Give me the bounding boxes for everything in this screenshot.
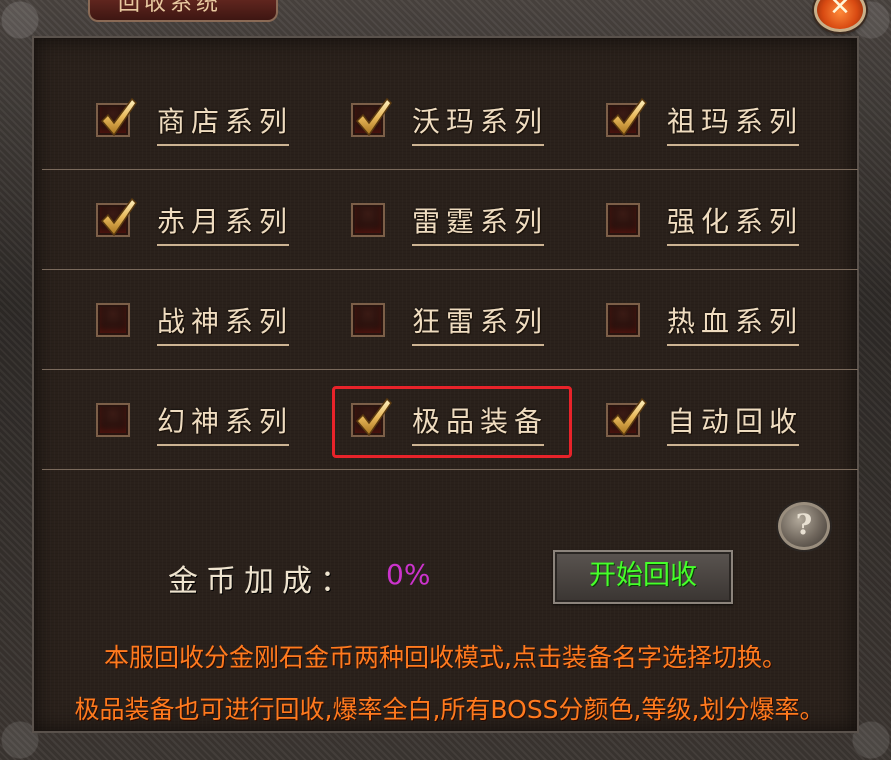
category-checkbox[interactable] [606, 397, 647, 437]
category-option[interactable]: 强化系列 [552, 170, 807, 270]
category-checkbox[interactable] [351, 203, 385, 237]
category-option[interactable]: 战神系列 [42, 270, 297, 370]
checkmark-icon [100, 197, 137, 237]
category-label[interactable]: 赤月系列 [157, 200, 293, 246]
window-title: 回收系统 [88, 0, 278, 22]
category-option[interactable]: 赤月系列 [42, 170, 297, 270]
category-option[interactable]: 沃玛系列 [297, 70, 552, 170]
category-checkbox[interactable] [96, 303, 130, 337]
info-note-1: 本服回收分金刚石金币两种回收模式,点击装备名字选择切换。 [104, 643, 787, 672]
category-label[interactable]: 狂雷系列 [412, 300, 548, 346]
question-icon: ? [795, 508, 813, 541]
category-checkbox[interactable] [606, 97, 647, 137]
category-label[interactable]: 幻神系列 [157, 400, 293, 446]
checkmark-icon [355, 397, 392, 437]
category-option[interactable]: 幻神系列 [42, 370, 297, 470]
checkmark-icon [610, 97, 647, 137]
category-row: 赤月系列 雷霆系列 强化系列 [42, 170, 858, 270]
close-button[interactable]: ✕ [814, 0, 866, 32]
category-label[interactable]: 雷霆系列 [412, 200, 548, 246]
category-option[interactable]: 祖玛系列 [552, 70, 807, 170]
close-icon: ✕ [829, 0, 851, 22]
category-checkbox[interactable] [606, 303, 640, 337]
checkmark-icon [355, 97, 392, 137]
category-option[interactable]: 热血系列 [552, 270, 807, 370]
checkmark-icon [100, 97, 137, 137]
category-option[interactable]: 极品装备 [297, 370, 552, 470]
category-option[interactable]: 狂雷系列 [297, 270, 552, 370]
category-checkbox[interactable] [96, 403, 130, 437]
start-recycle-button[interactable]: 开始回收 [553, 550, 733, 604]
category-label[interactable]: 极品装备 [412, 400, 548, 446]
gold-bonus-label: 金币加成： [168, 564, 358, 599]
category-label[interactable]: 祖玛系列 [667, 100, 803, 146]
category-checkbox[interactable] [96, 197, 137, 237]
gold-bonus-value: 0% [386, 558, 431, 591]
info-note-2: 极品装备也可进行回收,爆率全白,所有BOSS分颜色,等级,划分爆率。 [74, 695, 825, 724]
category-label[interactable]: 沃玛系列 [412, 100, 548, 146]
category-label[interactable]: 自动回收 [667, 400, 803, 446]
category-label[interactable]: 战神系列 [157, 300, 293, 346]
category-checkbox[interactable] [351, 303, 385, 337]
category-option[interactable]: 自动回收 [552, 370, 807, 470]
category-row: 商店系列 沃玛系列 祖玛系列 [42, 70, 858, 170]
category-checkbox[interactable] [606, 203, 640, 237]
category-row: 幻神系列 极品装备 自动回收 [42, 370, 858, 470]
category-option[interactable]: 雷霆系列 [297, 170, 552, 270]
help-button[interactable]: ? [778, 502, 830, 550]
category-label[interactable]: 商店系列 [157, 100, 293, 146]
category-option[interactable]: 商店系列 [42, 70, 297, 170]
category-label[interactable]: 热血系列 [667, 300, 803, 346]
category-checkbox[interactable] [351, 397, 392, 437]
category-row: 战神系列 狂雷系列 热血系列 [42, 270, 858, 370]
category-checkbox[interactable] [351, 97, 392, 137]
category-label[interactable]: 强化系列 [667, 200, 803, 246]
recycle-window: 回收系统 ✕ 商店系列 沃玛系列 祖玛系列赤月系列 雷霆系列 强化系列战神系列 狂雷系列 热… [0, 0, 891, 760]
category-checkbox[interactable] [96, 97, 137, 137]
checkmark-icon [610, 397, 647, 437]
